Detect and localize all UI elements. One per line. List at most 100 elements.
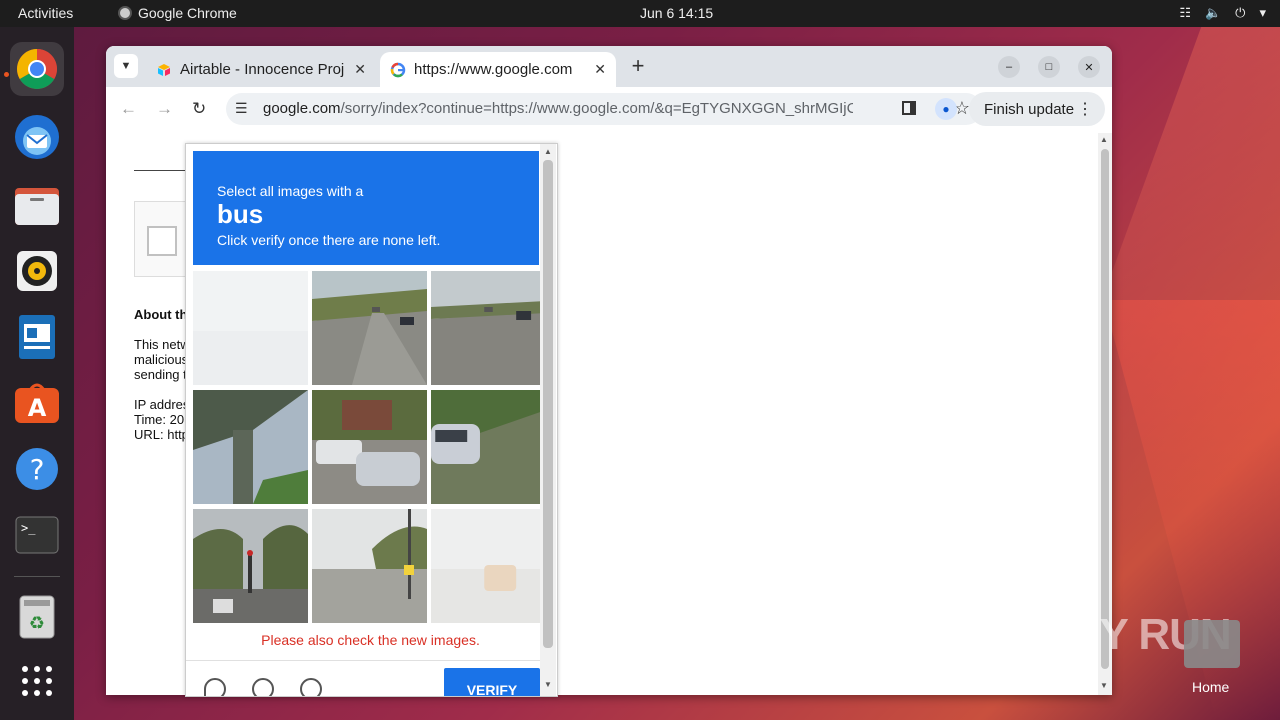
forward-button[interactable]: → (156, 99, 173, 119)
toolbar: ← → ↻ ☰ google.com/sorry/index?continue=… (106, 87, 1112, 131)
close-icon[interactable]: ✕ (594, 61, 606, 78)
home-folder-label: Home (1192, 679, 1230, 695)
verify-button[interactable]: VERIFY (444, 668, 540, 696)
url-domain: google.com (263, 100, 341, 117)
scroll-down-icon[interactable]: ▼ (544, 680, 552, 689)
dock-separator (14, 576, 60, 577)
tab-google[interactable]: https://www.google.com ✕ (380, 52, 616, 87)
dock: A ? >_ ♻ (0, 27, 74, 720)
trash-icon: ♻ (19, 595, 55, 639)
arrow-left-icon: ← (120, 99, 137, 118)
maximize-icon: □ (1045, 61, 1053, 73)
activities-button[interactable]: Activities (18, 5, 73, 21)
thunderbird-icon (15, 115, 59, 159)
image-tile[interactable] (193, 390, 308, 504)
system-tray[interactable]: ☷ 🔈 ⏻ ▾ (1179, 5, 1266, 21)
image-tile[interactable] (431, 271, 546, 385)
tab-search-button[interactable]: ▼ (114, 54, 138, 78)
tile-image (193, 509, 308, 623)
address-bar[interactable]: ☰ google.com/sorry/index?continue=https:… (226, 93, 982, 125)
image-tile[interactable] (431, 509, 546, 623)
svg-text:>_: >_ (21, 521, 36, 535)
tab-title: https://www.google.com (414, 61, 573, 78)
site-settings-icon[interactable]: ☰ (235, 100, 248, 117)
tile-image (431, 509, 546, 623)
scroll-up-icon[interactable]: ▲ (1100, 135, 1108, 144)
home-folder-icon[interactable] (1184, 620, 1240, 668)
svg-text:?: ? (30, 453, 45, 486)
url-path: /sorry/index?continue=https://www.google… (340, 100, 853, 117)
reload-button[interactable]: ↻ (192, 99, 206, 119)
headphones-icon[interactable] (252, 678, 274, 696)
scroll-down-icon[interactable]: ▼ (1100, 681, 1108, 690)
info-icon[interactable] (300, 678, 322, 696)
tile-image (312, 390, 427, 504)
error-message: Please also check the new images. (261, 632, 480, 648)
tab-strip: ▼ Airtable - Innocence Proj ✕ https://ww… (106, 46, 1112, 87)
dock-impress[interactable] (10, 310, 64, 364)
chrome-app-icon (118, 6, 132, 20)
tab-title: Airtable - Innocence Proj (180, 61, 345, 78)
tile-image (431, 271, 546, 385)
network-icon: ☷ (1179, 5, 1191, 20)
maximize-button[interactable]: □ (1038, 56, 1060, 78)
close-window-button[interactable]: ✕ (1078, 56, 1100, 78)
tile-image (193, 271, 308, 385)
scroll-up-icon[interactable]: ▲ (544, 147, 552, 156)
presentation-icon (19, 315, 55, 359)
new-tab-button[interactable]: + (626, 55, 650, 77)
show-apps-button[interactable] (10, 654, 64, 708)
close-icon[interactable]: ✕ (354, 61, 366, 78)
dock-trash[interactable]: ♻ (10, 590, 64, 644)
side-panel-icon[interactable] (902, 101, 916, 115)
svg-text:♻: ♻ (29, 613, 45, 634)
back-button[interactable]: ← (120, 99, 137, 119)
app-name: Google Chrome (138, 5, 237, 21)
image-tile[interactable] (193, 271, 308, 385)
help-icon: ? (16, 448, 58, 490)
finish-update-button[interactable]: Finish update ⋮ (969, 92, 1105, 126)
files-icon (15, 188, 59, 225)
dock-terminal[interactable]: >_ (10, 508, 64, 562)
dock-chrome[interactable] (10, 42, 64, 96)
dock-app-center[interactable]: A (10, 376, 64, 430)
info-line: URL: http (134, 427, 189, 442)
image-tile[interactable] (312, 509, 427, 623)
challenge-scrollbar[interactable]: ▲ ▼ (540, 144, 556, 696)
about-heading: About th (134, 307, 188, 322)
airtable-icon (158, 63, 170, 76)
image-tile[interactable] (193, 509, 308, 623)
person-icon: ● (942, 102, 950, 116)
dock-rhythmbox[interactable] (10, 244, 64, 298)
challenge-subtext: Click verify once there are none left. (217, 232, 441, 248)
profile-avatar[interactable]: ● (935, 98, 957, 120)
challenge-instruction: Select all images with a (217, 183, 364, 199)
tile-image (431, 390, 546, 504)
image-tile[interactable] (431, 390, 546, 504)
power-icon: ⏻ (1235, 5, 1246, 20)
tab-airtable[interactable]: Airtable - Innocence Proj ✕ (146, 52, 376, 87)
svg-text:A: A (28, 394, 47, 422)
google-icon (390, 62, 406, 77)
challenge-keyword: bus (217, 199, 264, 229)
chevron-down-icon: ▼ (120, 60, 132, 72)
clock[interactable]: Jun 6 14:15 (640, 5, 713, 21)
app-menu[interactable]: Google Chrome (118, 5, 237, 21)
image-tile[interactable] (312, 390, 427, 504)
dock-files[interactable] (10, 178, 64, 232)
captcha-challenge: Select all images with a bus Click verif… (185, 143, 558, 697)
para-line: malicious (134, 352, 189, 367)
recaptcha-checkbox[interactable] (147, 226, 177, 256)
image-tile[interactable] (312, 271, 427, 385)
chrome-icon (17, 49, 57, 89)
dock-thunderbird[interactable] (10, 110, 64, 164)
dock-help[interactable]: ? (10, 442, 64, 496)
reload-icon[interactable] (204, 678, 226, 696)
grid-icon (22, 666, 52, 696)
tile-image (312, 271, 427, 385)
arrow-right-icon: → (156, 99, 173, 118)
kebab-menu-icon[interactable]: ⋮ (1077, 99, 1093, 119)
scrollbar-thumb[interactable] (1101, 149, 1109, 669)
minimize-button[interactable]: – (998, 56, 1020, 78)
scrollbar-thumb[interactable] (543, 160, 553, 648)
